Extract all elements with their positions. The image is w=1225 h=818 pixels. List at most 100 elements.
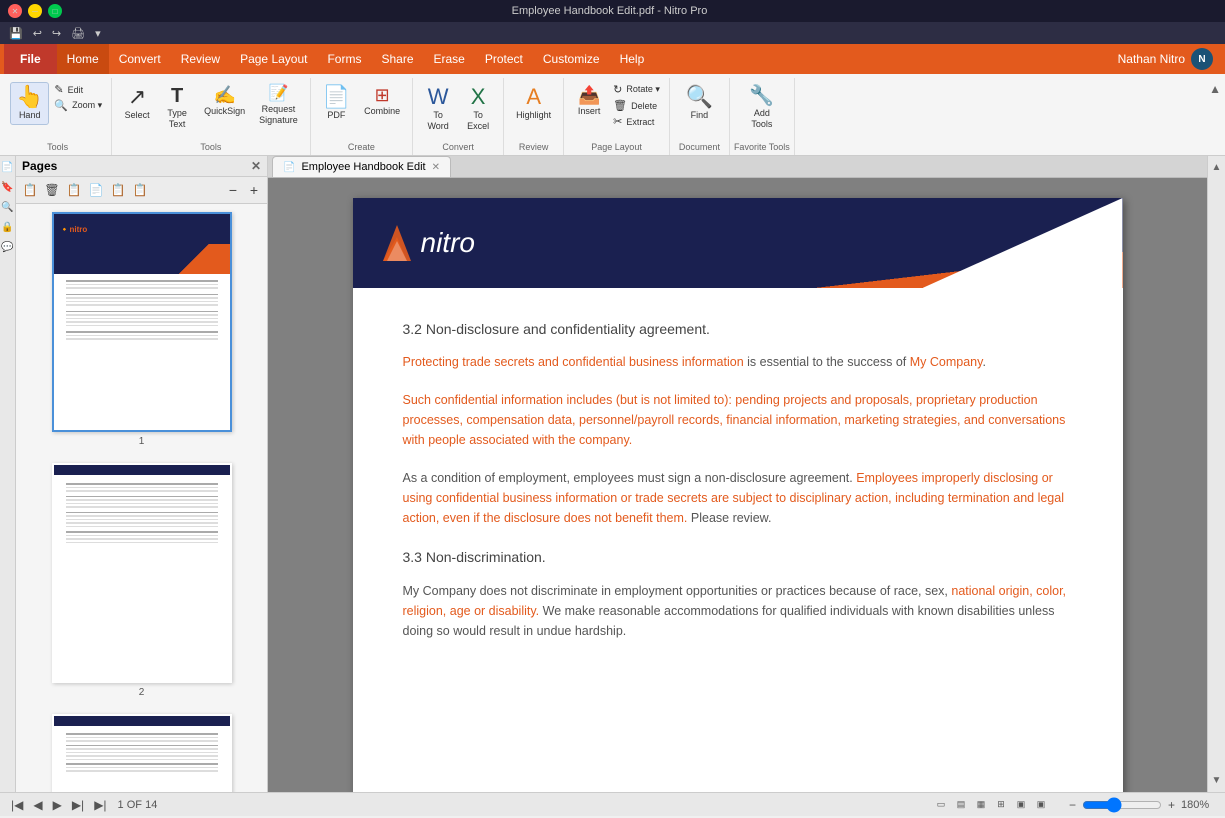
menu-erase[interactable]: Erase — [424, 44, 475, 74]
ribbon-extract-button[interactable]: ✂ Extract — [610, 114, 663, 129]
left-sidebar: 📄 🔖 🔍 🔒 💬 — [0, 156, 16, 792]
first-page-button[interactable]: |◀ — [8, 797, 26, 813]
pdf-para2-text: Such confidential information includes (… — [403, 393, 1066, 447]
next-page-button[interactable]: ▶| — [69, 797, 87, 813]
menu-share[interactable]: Share — [371, 44, 423, 74]
ribbon-group-favorite: 🔧 AddTools Favorite Tools — [730, 78, 795, 155]
ribbon-collapse-button[interactable]: ▲ — [1205, 78, 1225, 100]
ribbon-typetext-button[interactable]: T TypeText — [158, 82, 196, 134]
user-area: Nathan Nitro N — [1118, 44, 1221, 74]
qt-more-btn[interactable]: ▾ — [92, 26, 104, 41]
pages-paste-btn[interactable]: 📋 — [108, 180, 128, 200]
ribbon-hand-button[interactable]: 👆 Hand — [10, 82, 49, 125]
zoom-out-button[interactable]: − — [1066, 797, 1079, 813]
maximize-button[interactable]: □ — [48, 4, 62, 18]
pages-add-btn[interactable]: 📋 — [20, 180, 40, 200]
ribbon-combine-button[interactable]: ⊞ Combine — [358, 82, 406, 121]
ribbon-to-excel-button[interactable]: X ToExcel — [459, 82, 497, 136]
menu-home[interactable]: Home — [57, 44, 109, 74]
ribbon-edit-button[interactable]: ✎ Edit — [51, 82, 105, 97]
ribbon-find-button[interactable]: 🔍 Find — [680, 82, 719, 125]
menu-file[interactable]: File — [4, 44, 57, 74]
view-facing-btn[interactable]: ▦ — [972, 797, 990, 813]
ribbon-add-tools-button[interactable]: 🔧 AddTools — [743, 82, 781, 134]
pdf-viewport[interactable]: nitro 3.2 Non-disclosure and confidentia… — [268, 178, 1207, 792]
scroll-up-arrow[interactable]: ▲ — [1210, 160, 1224, 175]
qt-undo-btn[interactable]: ↩ — [30, 26, 45, 41]
ribbon-group-page-layout: 📤 Insert ↻ Rotate ▾ 🗑 Delete ✂ Extract P… — [564, 78, 670, 155]
view-continuous-btn[interactable]: ▤ — [952, 797, 970, 813]
pdf-section-33-title: 3.3 Non-discrimination. — [403, 546, 1073, 568]
user-name: Nathan Nitro — [1118, 52, 1185, 66]
sidebar-search-icon[interactable]: 🔍 — [1, 200, 15, 214]
pages-close-button[interactable]: ✕ — [251, 159, 261, 173]
doc-tab-1[interactable]: 📄 Employee Handbook Edit ✕ — [272, 156, 451, 177]
scroll-down-arrow[interactable]: ▼ — [1210, 773, 1224, 788]
ribbon-to-word-button[interactable]: W ToWord — [419, 82, 457, 136]
tab-label: Employee Handbook Edit — [301, 161, 425, 173]
ribbon-group-tools: 👆 Hand ✎ Edit 🔍 Zoom ▾ Tools — [4, 78, 112, 155]
pages-zoom-out[interactable]: − — [224, 181, 242, 199]
menu-forms[interactable]: Forms — [317, 44, 371, 74]
ribbon-delete-button[interactable]: 🗑 Delete — [610, 98, 663, 113]
qt-redo-btn[interactable]: ↪ — [49, 26, 64, 41]
qt-save-btn[interactable]: 💾 — [6, 26, 26, 41]
ribbon-zoom-button[interactable]: 🔍 Zoom ▾ — [51, 98, 105, 113]
prev-page-button[interactable]: ◀ — [30, 797, 45, 813]
pdf-para3: As a condition of employment, employees … — [403, 468, 1073, 528]
tab-bar: 📄 Employee Handbook Edit ✕ — [268, 156, 1207, 178]
pdf-para3-text: As a condition of employment, employees … — [403, 471, 857, 485]
pages-copy-btn[interactable]: 📋 — [64, 180, 84, 200]
nitro-logo: nitro — [377, 223, 475, 263]
ribbon-quicksign-button[interactable]: ✍ QuickSign — [198, 82, 251, 121]
menu-page-layout[interactable]: Page Layout — [230, 44, 317, 74]
view-reading-btn[interactable]: ▣ — [1032, 797, 1050, 813]
sidebar-pages-icon[interactable]: 📄 — [1, 160, 15, 174]
view-grid-btn[interactable]: ⊞ — [992, 797, 1010, 813]
ribbon-insert-button[interactable]: 📤 Insert — [570, 82, 608, 121]
pdf-para4: My Company does not discriminate in empl… — [403, 581, 1073, 641]
last-page-button[interactable]: ▶| — [91, 797, 109, 813]
ribbon-request-signature-button[interactable]: 📝 RequestSignature — [253, 82, 304, 130]
close-button[interactable]: ✕ — [8, 4, 22, 18]
pages-delete-btn[interactable]: 🗑 — [42, 180, 62, 200]
ribbon-highlight-button[interactable]: A Highlight — [510, 82, 557, 125]
pages-panel-header: Pages ✕ — [16, 156, 267, 177]
pages-extract-btn[interactable]: 📄 — [86, 180, 106, 200]
ribbon: 👆 Hand ✎ Edit 🔍 Zoom ▾ Tools ↗ Select T — [0, 74, 1225, 156]
page-indicator: 1 OF 14 — [118, 799, 158, 811]
page-thumb-1[interactable]: 🔸nitro — [52, 212, 232, 447]
page-controls: |◀ ◀ ▶ ▶| ▶| 1 OF 14 — [8, 797, 157, 813]
qt-print-btn[interactable]: 🖨 — [68, 26, 88, 41]
pages-zoom-in[interactable]: + — [245, 181, 263, 199]
ribbon-rotate-button[interactable]: ↻ Rotate ▾ — [610, 82, 663, 97]
right-sidebar: ▲ ▼ — [1207, 156, 1225, 792]
user-avatar[interactable]: N — [1191, 48, 1213, 70]
menu-review[interactable]: Review — [171, 44, 230, 74]
tab-close-button[interactable]: ✕ — [432, 162, 440, 173]
view-single-btn[interactable]: ▭ — [932, 797, 950, 813]
zoom-in-button[interactable]: + — [1165, 797, 1178, 813]
menu-convert[interactable]: Convert — [109, 44, 171, 74]
menu-customize[interactable]: Customize — [533, 44, 610, 74]
pages-panel: Pages ✕ 📋 🗑 📋 📄 📋 📋 − + 🔸nitro — [16, 156, 268, 792]
total-pages: 14 — [145, 799, 157, 811]
menu-protect[interactable]: Protect — [475, 44, 533, 74]
ribbon-edit-zoom: ✎ Edit 🔍 Zoom ▾ — [51, 82, 105, 113]
pdf-content: 3.2 Non-disclosure and confidentiality a… — [353, 288, 1123, 689]
menu-help[interactable]: Help — [610, 44, 655, 74]
sidebar-comment-icon[interactable]: 💬 — [1, 240, 15, 254]
minimize-button[interactable]: ─ — [28, 4, 42, 18]
pages-toolbar: 📋 🗑 📋 📄 📋 📋 − + — [16, 177, 267, 204]
page-thumb-2[interactable]: 2 — [52, 463, 232, 698]
pages-scroll-area[interactable]: 🔸nitro — [16, 204, 267, 792]
sidebar-security-icon[interactable]: 🔒 — [1, 220, 15, 234]
play-button[interactable]: ▶ — [50, 797, 65, 813]
ribbon-pdf-button[interactable]: 📄 PDF — [317, 82, 356, 125]
zoom-slider[interactable] — [1082, 797, 1162, 813]
page-thumb-3[interactable]: 3 — [52, 714, 232, 792]
ribbon-select-button[interactable]: ↗ Select — [118, 82, 156, 125]
view-fullscreen-btn[interactable]: ▣ — [1012, 797, 1030, 813]
pages-insert-btn[interactable]: 📋 — [130, 180, 150, 200]
sidebar-bookmarks-icon[interactable]: 🔖 — [1, 180, 15, 194]
